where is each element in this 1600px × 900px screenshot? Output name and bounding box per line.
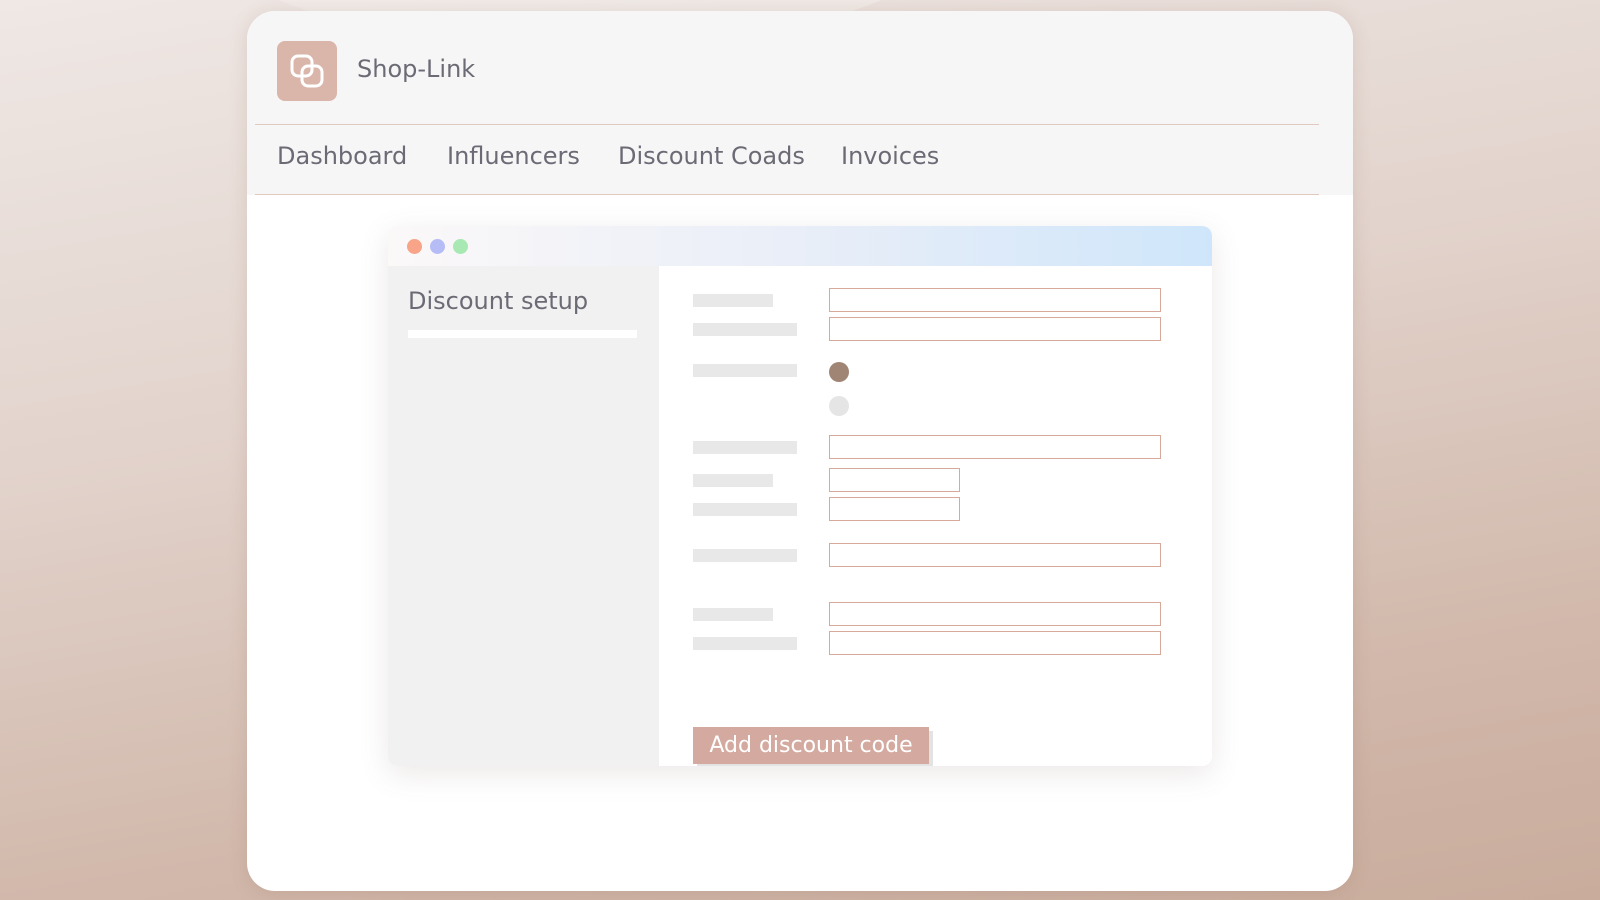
text-field[interactable] <box>829 288 1161 312</box>
field-label-placeholder <box>693 503 797 516</box>
radio-option[interactable] <box>829 396 849 416</box>
window-titlebar <box>388 226 1212 266</box>
short-text-field[interactable] <box>829 497 960 521</box>
overlapping-squares-icon <box>290 54 324 88</box>
text-field[interactable] <box>829 631 1161 655</box>
text-field[interactable] <box>829 602 1161 626</box>
field-label-placeholder <box>693 474 773 487</box>
close-dot[interactable] <box>407 239 422 254</box>
field-label-placeholder <box>693 549 797 562</box>
minimize-dot[interactable] <box>430 239 445 254</box>
field-label-placeholder <box>693 294 773 307</box>
inner-sidebar: Discount setup <box>388 266 659 766</box>
text-field[interactable] <box>829 543 1161 567</box>
app-window: Shop-Link Dashboard Influencers Discount… <box>247 11 1353 891</box>
app-header: Shop-Link Dashboard Influencers Discount… <box>247 11 1353 195</box>
sidebar-title-underline <box>408 330 637 338</box>
field-label-placeholder <box>693 364 797 377</box>
nav-item-influencers[interactable]: Influencers <box>447 142 580 170</box>
text-field[interactable] <box>829 317 1161 341</box>
text-field[interactable] <box>829 435 1161 459</box>
nav-item-discount-codes[interactable]: Discount Coads <box>618 142 805 170</box>
discount-setup-window: Discount setup Add discount code <box>388 226 1212 766</box>
maximize-dot[interactable] <box>453 239 468 254</box>
field-label-placeholder <box>693 323 797 336</box>
nav-item-dashboard[interactable]: Dashboard <box>277 142 407 170</box>
add-discount-code-button[interactable]: Add discount code <box>693 727 929 764</box>
field-label-placeholder <box>693 608 773 621</box>
nav-item-invoices[interactable]: Invoices <box>841 142 939 170</box>
nav-divider <box>255 194 1319 195</box>
header-divider <box>255 124 1319 125</box>
sidebar-title: Discount setup <box>408 287 589 315</box>
app-logo[interactable] <box>277 41 337 101</box>
short-text-field[interactable] <box>829 468 960 492</box>
field-label-placeholder <box>693 637 797 650</box>
discount-form: Add discount code <box>659 266 1212 766</box>
field-label-placeholder <box>693 441 797 454</box>
app-name: Shop-Link <box>357 55 476 83</box>
radio-option-selected[interactable] <box>829 362 849 382</box>
